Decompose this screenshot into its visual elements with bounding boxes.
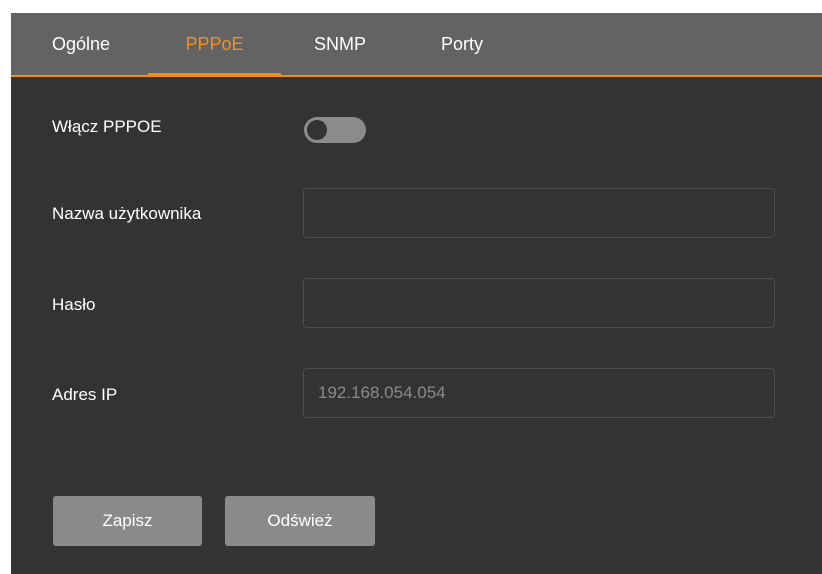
ip-address-field[interactable]	[303, 368, 775, 418]
tab-snmp[interactable]: SNMP	[308, 13, 372, 75]
password-label: Hasło	[52, 295, 96, 314]
refresh-button[interactable]: Odśwież	[225, 496, 375, 546]
tab-pppoe[interactable]: PPPoE	[148, 13, 281, 77]
toggle-knob	[307, 120, 327, 140]
enable-pppoe-label: Włącz PPPOE	[52, 117, 162, 136]
save-button[interactable]: Zapisz	[53, 496, 202, 546]
password-field[interactable]	[303, 278, 775, 328]
tab-general[interactable]: Ogólne	[48, 13, 114, 75]
enable-pppoe-toggle[interactable]	[304, 117, 366, 143]
tab-ports[interactable]: Porty	[435, 13, 489, 75]
tab-bar: Ogólne PPPoE SNMP Porty	[11, 13, 822, 77]
pppoe-settings-panel: Ogólne PPPoE SNMP Porty Włącz PPPOE Nazw…	[11, 13, 822, 574]
ip-address-label: Adres IP	[52, 385, 118, 404]
username-label: Nazwa użytkownika	[52, 204, 202, 223]
username-field[interactable]	[303, 188, 775, 238]
